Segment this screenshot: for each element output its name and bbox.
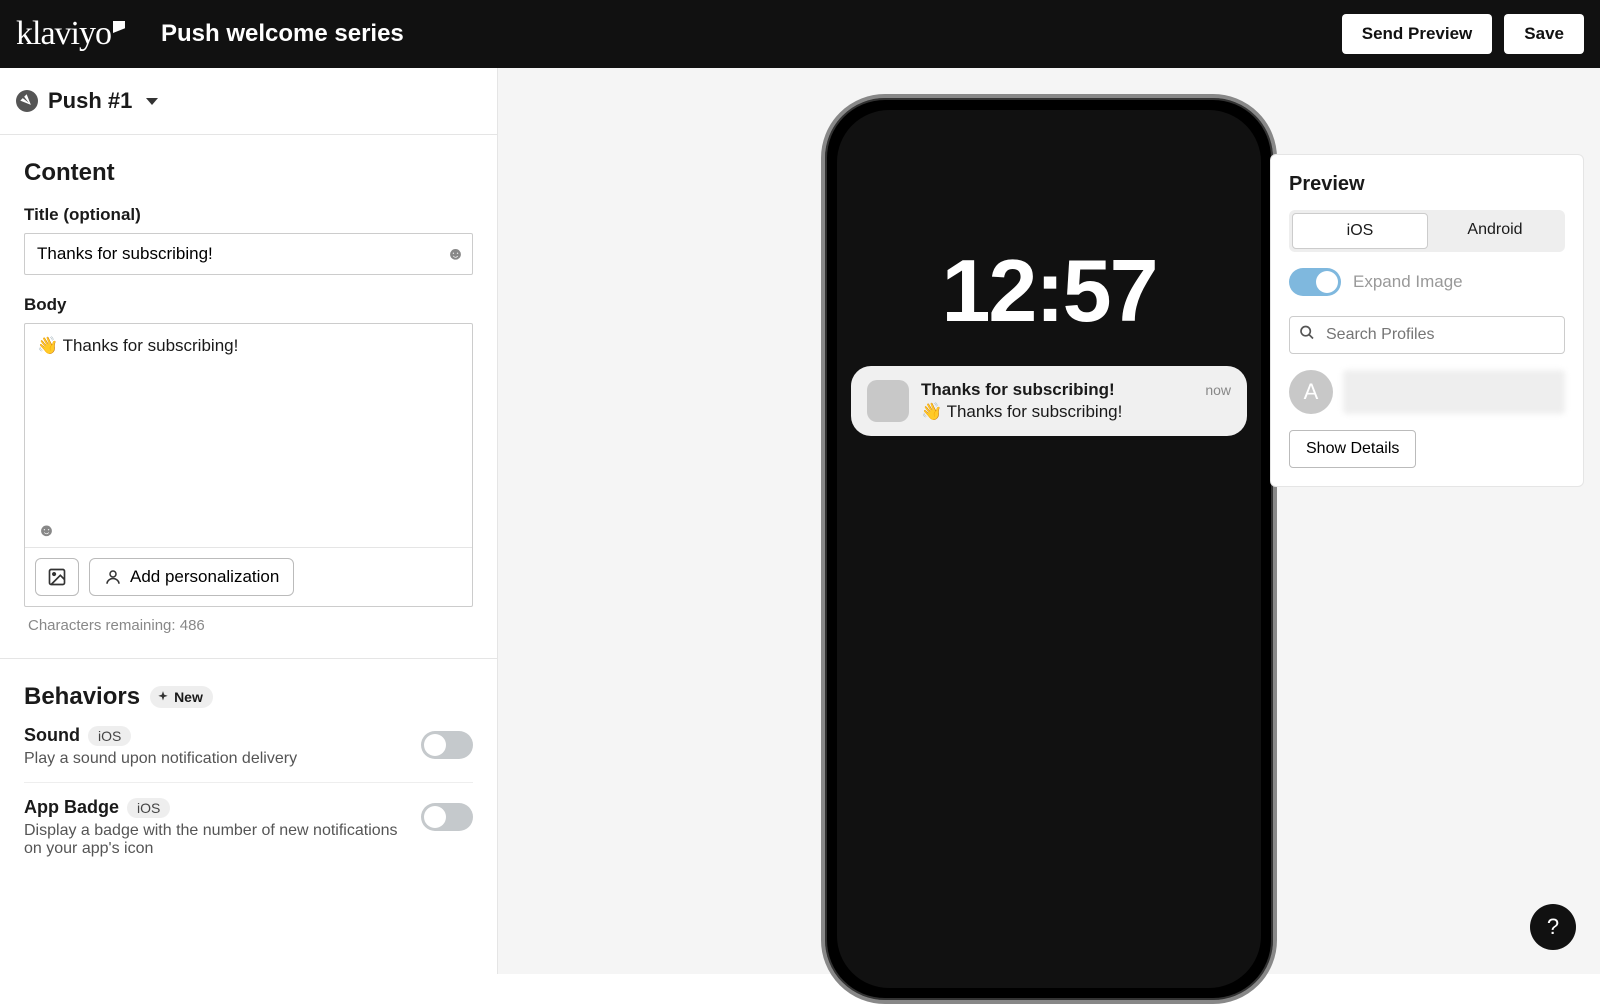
lock-screen-time: 12:57 [837,240,1261,342]
behavior-sound-desc: Play a sound upon notification delivery [24,750,409,768]
preview-canvas: 12:57 Thanks for subscribing! now 👋 Than… [498,68,1600,974]
add-personalization-button[interactable]: Add personalization [89,558,294,596]
new-badge: New [150,686,213,708]
logo-mark-icon [113,21,125,33]
image-icon [46,567,68,587]
body-textarea[interactable]: 👋 Thanks for subscribing! [25,324,472,514]
profile-result[interactable]: A [1289,370,1565,414]
body-editor: 👋 Thanks for subscribing! ☻ Add personal… [24,323,473,607]
notification-card: Thanks for subscribing! now 👋 Thanks for… [851,366,1247,436]
profile-name-redacted [1343,370,1565,414]
phone-frame: 12:57 Thanks for subscribing! now 👋 Than… [821,94,1277,1004]
preview-heading: Preview [1289,173,1565,196]
content-heading: Content [24,159,473,187]
show-details-button[interactable]: Show Details [1289,430,1416,468]
behavior-sound-title: Sound [24,725,80,746]
notification-time: now [1205,382,1231,398]
behavior-appbadge-desc: Display a badge with the number of new n… [24,822,409,858]
appbadge-toggle[interactable] [421,803,473,831]
body-emoji-icon[interactable]: ☻ [25,514,472,547]
avatar: A [1289,370,1333,414]
add-personalization-label: Add personalization [130,567,279,587]
person-icon [104,568,122,586]
tab-android[interactable]: Android [1428,213,1562,249]
save-button[interactable]: Save [1504,14,1584,54]
send-preview-button[interactable]: Send Preview [1342,14,1493,54]
content-section: Content Title (optional) ☻ Body 👋 Thanks… [0,135,497,659]
push-icon [16,90,38,112]
search-profiles-input[interactable] [1289,316,1565,354]
title-label: Title (optional) [24,205,473,225]
platform-pill: iOS [88,726,131,746]
body-toolbar: Add personalization [25,547,472,606]
help-button[interactable]: ? [1530,904,1576,950]
sparkle-icon [156,690,170,704]
behavior-appbadge-title: App Badge [24,797,119,818]
app-header: klaviyo Push welcome series Send Preview… [0,0,1600,68]
push-selector[interactable]: Push #1 [0,68,497,135]
new-badge-label: New [174,689,203,705]
platform-segmented-control: iOS Android [1289,210,1565,252]
phone-screen: 12:57 Thanks for subscribing! now 👋 Than… [837,110,1261,988]
page-title: Push welcome series [161,20,404,48]
notification-body: 👋 Thanks for subscribing! [921,402,1231,422]
expand-image-toggle[interactable] [1289,268,1341,296]
notification-title: Thanks for subscribing! [921,380,1115,400]
chevron-down-icon [146,98,158,105]
body-label: Body [24,295,473,315]
sound-toggle[interactable] [421,731,473,759]
logo: klaviyo [16,15,125,53]
title-input[interactable] [24,233,473,275]
behaviors-section: Behaviors New Sound iOS Play a sound upo… [0,659,497,896]
chars-remaining: Characters remaining: 486 [24,617,473,634]
emoji-picker-icon[interactable]: ☻ [446,244,465,265]
push-name: Push #1 [48,88,132,114]
behavior-appbadge: App Badge iOS Display a badge with the n… [24,783,473,872]
search-icon [1299,325,1315,346]
notification-app-icon [867,380,909,422]
logo-text: klaviyo [16,15,111,53]
expand-image-label: Expand Image [1353,272,1463,292]
behavior-sound: Sound iOS Play a sound upon notification… [24,711,473,783]
tab-ios[interactable]: iOS [1292,213,1428,249]
preview-panel: Preview iOS Android Expand Image A Show … [1270,154,1584,487]
editor-panel: Push #1 Content Title (optional) ☻ Body … [0,68,498,974]
platform-pill: iOS [127,798,170,818]
body-text-content: 👋 Thanks for subscribing! [37,336,238,355]
behaviors-heading: Behaviors [24,683,140,711]
add-image-button[interactable] [35,558,79,596]
